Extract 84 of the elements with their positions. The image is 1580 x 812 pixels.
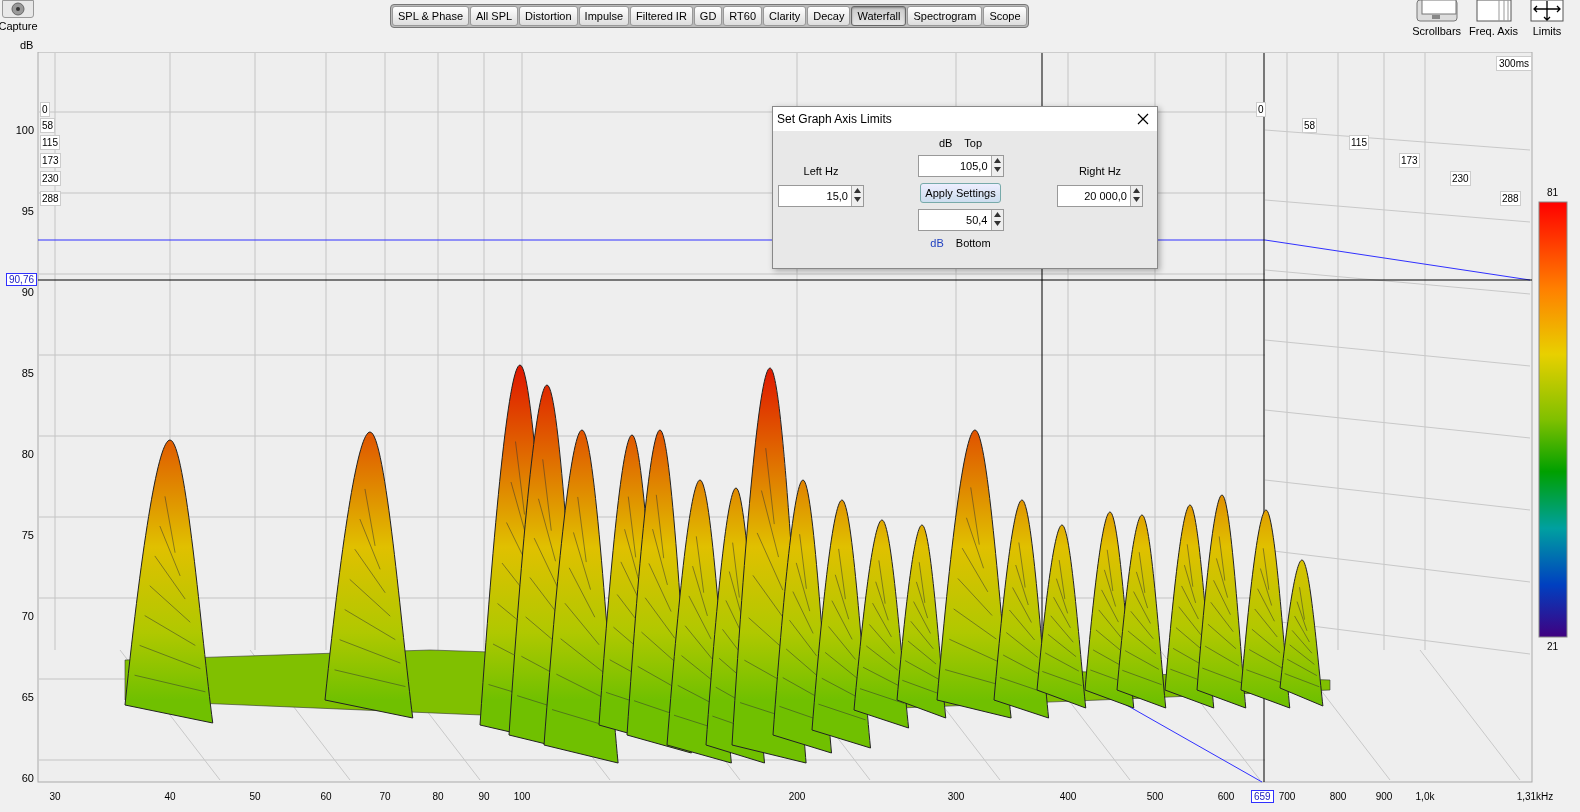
y-axis-label: 100 bbox=[14, 124, 34, 136]
time-label: 288 bbox=[1500, 191, 1521, 206]
down-arrow-icon[interactable] bbox=[852, 195, 863, 204]
capture-button[interactable] bbox=[2, 0, 34, 18]
time-label: 173 bbox=[40, 153, 61, 168]
number-spinner[interactable]: 50,4 bbox=[917, 209, 1004, 231]
field-label: Right Hz bbox=[1078, 165, 1122, 177]
field-label: Bottom bbox=[955, 237, 991, 249]
x-axis-label: 70 bbox=[379, 791, 391, 802]
graph-tab[interactable]: GD bbox=[693, 6, 723, 26]
down-arrow-icon[interactable] bbox=[991, 165, 1003, 174]
up-arrow-icon[interactable] bbox=[1131, 186, 1142, 195]
unit-label: dB bbox=[938, 137, 953, 149]
y-axis-label: 90 bbox=[20, 286, 34, 298]
x-axis-label: 900 bbox=[1375, 791, 1393, 802]
y-axis-label: 70 bbox=[20, 610, 34, 622]
time-label: 58 bbox=[1302, 118, 1318, 133]
number-spinner[interactable]: 105,0 bbox=[917, 155, 1004, 177]
x-axis-label: 1,31kHz bbox=[1516, 791, 1554, 802]
y-axis-label: 95 bbox=[20, 205, 34, 217]
toolbar-tool-button[interactable]: Scrollbars bbox=[1410, 0, 1464, 37]
y-axis-label: 65 bbox=[20, 691, 34, 703]
cursor-level-readout: 90,76 bbox=[6, 273, 38, 286]
scale-max-label: 81 bbox=[1547, 187, 1559, 198]
up-arrow-icon[interactable] bbox=[991, 156, 1003, 165]
down-arrow-icon[interactable] bbox=[991, 219, 1003, 228]
cursor-frequency-readout: 659 bbox=[1251, 790, 1274, 803]
graph-tab[interactable]: Filtered IR bbox=[630, 6, 693, 26]
time-span-label: 300ms bbox=[1496, 56, 1532, 71]
graph-tab[interactable]: Decay bbox=[807, 6, 851, 26]
y-axis-label: 80 bbox=[20, 448, 34, 460]
close-icon bbox=[1137, 113, 1149, 125]
number-spinner[interactable]: 20 000,0 bbox=[1057, 185, 1143, 207]
graph-tab[interactable]: All SPL bbox=[470, 6, 519, 26]
down-arrow-icon[interactable] bbox=[1131, 195, 1142, 204]
graph-tab[interactable]: RT60 bbox=[723, 6, 763, 26]
graph-tab[interactable]: SPL & Phase bbox=[392, 6, 470, 26]
x-axis-label: 700 bbox=[1278, 791, 1296, 802]
graph-tab[interactable]: Distortion bbox=[519, 6, 578, 26]
x-axis-label: 500 bbox=[1146, 791, 1164, 802]
up-arrow-icon[interactable] bbox=[991, 210, 1003, 219]
number-spinner[interactable]: 15,0 bbox=[778, 185, 864, 207]
time-label: 230 bbox=[1450, 171, 1471, 186]
camera-icon bbox=[8, 2, 28, 16]
toolbar-tool-button[interactable]: Freq. Axis bbox=[1467, 0, 1520, 37]
time-label: 58 bbox=[40, 118, 56, 133]
scrollbars-icon bbox=[1415, 0, 1458, 22]
time-label: 230 bbox=[40, 171, 61, 186]
time-label: 115 bbox=[1349, 135, 1369, 150]
x-axis-label: 600 bbox=[1217, 791, 1235, 802]
y-axis-unit: dB bbox=[20, 39, 34, 51]
x-axis-label: 300 bbox=[947, 791, 965, 802]
x-axis-label: 60 bbox=[320, 791, 332, 802]
time-label: 0 bbox=[40, 102, 50, 117]
unit-label: dB bbox=[930, 237, 944, 249]
x-axis-label: 30 bbox=[49, 791, 61, 802]
graph-tab[interactable]: Spectrogram bbox=[907, 6, 983, 26]
y-axis-label: 85 bbox=[20, 367, 34, 379]
up-arrow-icon[interactable] bbox=[852, 186, 863, 195]
apply-settings-button[interactable]: Apply Settings bbox=[920, 183, 1001, 203]
graph-tab[interactable]: Clarity bbox=[763, 6, 807, 26]
x-axis-label: 40 bbox=[164, 791, 176, 802]
x-axis-label: 50 bbox=[249, 791, 261, 802]
field-label: Left Hz bbox=[803, 165, 839, 177]
x-axis-label: 90 bbox=[478, 791, 490, 802]
dialog-title: Set Graph Axis Limits bbox=[777, 112, 892, 126]
graph-tab[interactable]: Scope bbox=[983, 6, 1027, 26]
x-axis-label: 80 bbox=[432, 791, 444, 802]
x-axis-label: 800 bbox=[1329, 791, 1347, 802]
toolbar-tool-button[interactable]: Limits bbox=[1524, 0, 1570, 37]
graph-tab[interactable]: Impulse bbox=[578, 6, 630, 26]
field-label: Top bbox=[964, 137, 983, 149]
y-axis-label: 75 bbox=[20, 529, 34, 541]
time-label: 0 bbox=[1256, 102, 1266, 117]
x-axis-label: 200 bbox=[788, 791, 806, 802]
graph-tab[interactable]: Waterfall bbox=[851, 6, 907, 26]
x-axis-label: 1,0k bbox=[1415, 791, 1435, 802]
time-label: 173 bbox=[1399, 153, 1420, 168]
scale-min-label: 21 bbox=[1547, 641, 1559, 652]
time-label: 288 bbox=[40, 191, 61, 206]
y-axis-label: 60 bbox=[20, 772, 34, 784]
x-axis-label: 400 bbox=[1059, 791, 1077, 802]
x-axis-label: 100 bbox=[513, 791, 531, 802]
time-label: 115 bbox=[40, 135, 60, 150]
